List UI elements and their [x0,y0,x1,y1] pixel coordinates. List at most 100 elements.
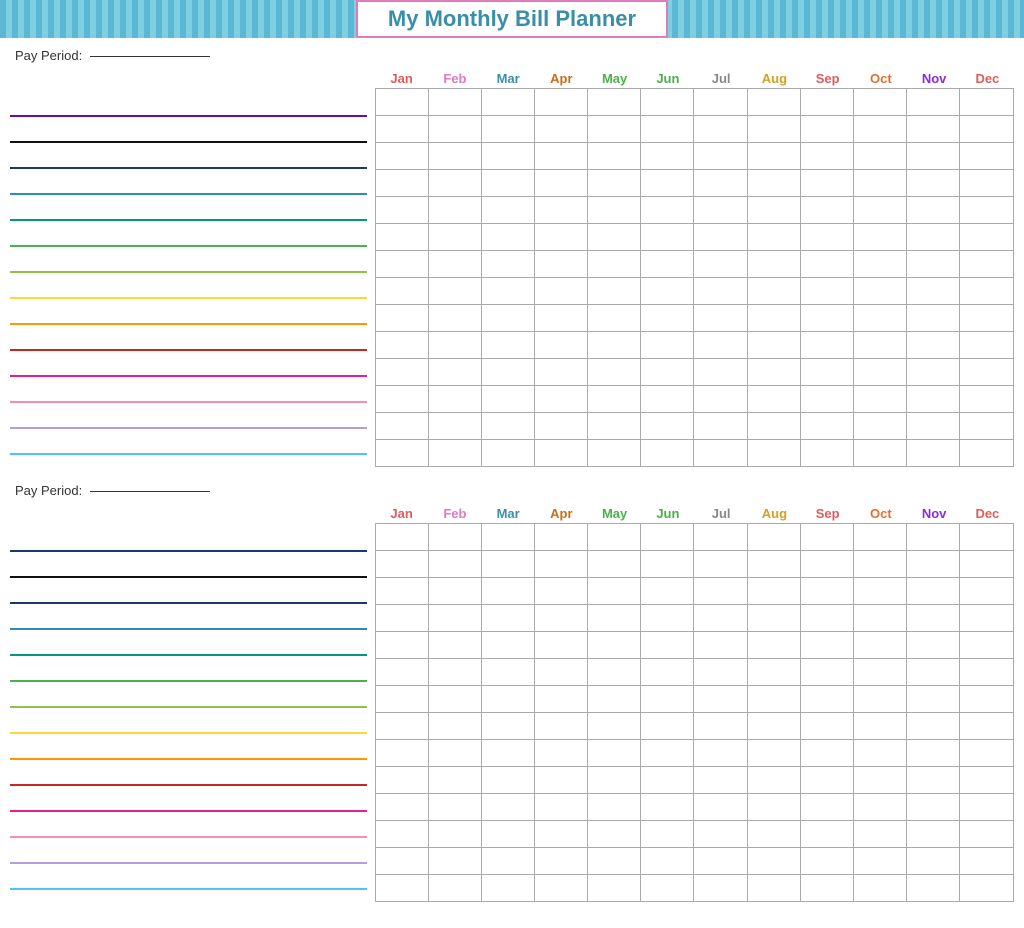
grid-cell[interactable] [641,359,694,385]
grid-cell[interactable] [907,686,960,712]
bill-name-row[interactable] [10,405,367,431]
grid-row[interactable] [376,278,1013,305]
grid-row[interactable] [376,224,1013,251]
grid-cell[interactable] [482,332,535,358]
grid-cell[interactable] [907,821,960,847]
grid-cell[interactable] [376,116,429,142]
grid-cell[interactable] [588,713,641,739]
grid-cell[interactable] [535,794,588,820]
grid-cell[interactable] [854,848,907,874]
grid-cell[interactable] [960,821,1013,847]
grid-cell[interactable] [588,170,641,196]
grid-cell[interactable] [535,767,588,793]
grid-cell[interactable] [907,875,960,901]
grid-cell[interactable] [801,332,854,358]
grid-cell[interactable] [801,713,854,739]
grid-row[interactable] [376,305,1013,332]
grid-cell[interactable] [960,659,1013,685]
grid-row[interactable] [376,875,1013,901]
grid-cell[interactable] [694,224,747,250]
grid-cell[interactable] [960,767,1013,793]
grid-cell[interactable] [482,197,535,223]
grid-row[interactable] [376,821,1013,848]
grid-cell[interactable] [588,305,641,331]
grid-cell[interactable] [907,143,960,169]
bill-name-row[interactable] [10,528,367,554]
grid-cell[interactable] [376,359,429,385]
grid-cell[interactable] [429,524,482,550]
grid-cell[interactable] [694,413,747,439]
grid-cell[interactable] [535,440,588,466]
grid-cell[interactable] [694,359,747,385]
grid-cell[interactable] [960,278,1013,304]
grid-cell[interactable] [694,821,747,847]
grid-cell[interactable] [535,686,588,712]
grid-cell[interactable] [694,524,747,550]
grid-cell[interactable] [376,794,429,820]
grid-cell[interactable] [588,116,641,142]
grid-cell[interactable] [641,659,694,685]
grid-cell[interactable] [694,848,747,874]
grid-row[interactable] [376,413,1013,440]
grid-cell[interactable] [482,170,535,196]
grid-cell[interactable] [535,875,588,901]
grid-cell[interactable] [801,578,854,604]
grid-cell[interactable] [694,197,747,223]
grid-cell[interactable] [694,740,747,766]
bill-name-row[interactable] [10,788,367,814]
grid-cell[interactable] [376,197,429,223]
grid-cell[interactable] [641,278,694,304]
bill-name-row[interactable] [10,554,367,580]
grid-cell[interactable] [854,794,907,820]
grid-cell[interactable] [907,632,960,658]
grid-cell[interactable] [482,659,535,685]
grid-cell[interactable] [694,278,747,304]
grid-cell[interactable] [748,659,801,685]
grid-cell[interactable] [801,794,854,820]
bill-name-row[interactable] [10,814,367,840]
grid-cell[interactable] [588,740,641,766]
grid-cell[interactable] [960,116,1013,142]
grid-cell[interactable] [960,197,1013,223]
grid-cell[interactable] [854,224,907,250]
grid-row[interactable] [376,713,1013,740]
grid-row[interactable] [376,170,1013,197]
grid-cell[interactable] [960,89,1013,115]
grid-cell[interactable] [801,386,854,412]
grid-cell[interactable] [960,551,1013,577]
grid-cell[interactable] [482,740,535,766]
grid-cell[interactable] [748,875,801,901]
grid-cell[interactable] [588,875,641,901]
grid-cell[interactable] [854,359,907,385]
grid-cell[interactable] [588,605,641,631]
grid-cell[interactable] [535,143,588,169]
grid-cell[interactable] [535,605,588,631]
grid-cell[interactable] [535,413,588,439]
grid-cell[interactable] [482,605,535,631]
grid-cell[interactable] [854,578,907,604]
bill-name-row[interactable] [10,736,367,762]
grid-cell[interactable] [429,767,482,793]
grid-cell[interactable] [748,89,801,115]
grid-cell[interactable] [960,605,1013,631]
grid-cell[interactable] [429,821,482,847]
grid-cell[interactable] [588,386,641,412]
grid-cell[interactable] [482,116,535,142]
grid-cell[interactable] [748,143,801,169]
grid-cell[interactable] [907,605,960,631]
grid-cell[interactable] [588,197,641,223]
grid-cell[interactable] [641,875,694,901]
grid-cell[interactable] [588,686,641,712]
grid-cell[interactable] [907,224,960,250]
grid-cell[interactable] [907,740,960,766]
grid-cell[interactable] [694,551,747,577]
grid-cell[interactable] [482,524,535,550]
grid-row[interactable] [376,605,1013,632]
bill-name-row[interactable] [10,379,367,405]
grid-cell[interactable] [482,278,535,304]
grid-cell[interactable] [588,440,641,466]
bill-name-row[interactable] [10,223,367,249]
grid-cell[interactable] [641,713,694,739]
grid-cell[interactable] [854,767,907,793]
grid-cell[interactable] [482,143,535,169]
